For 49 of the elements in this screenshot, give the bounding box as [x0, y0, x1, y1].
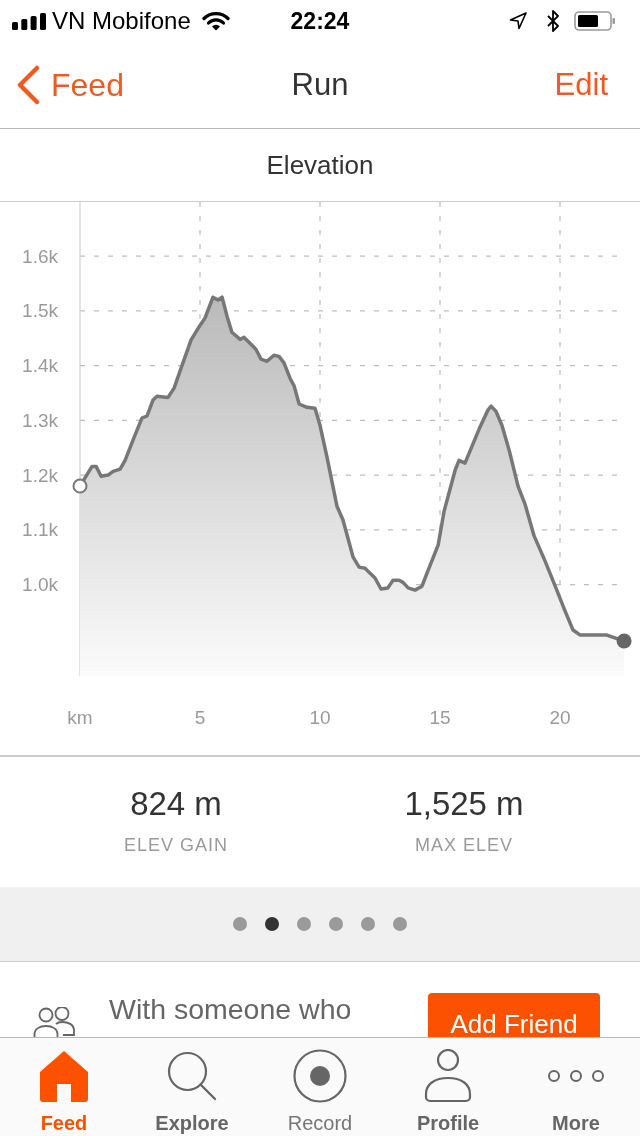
people-icon: [33, 1007, 77, 1037]
page-dot-icon[interactable]: [361, 917, 375, 931]
tab-button[interactable]: Profile: [384, 1038, 512, 1136]
edit-button[interactable]: Edit: [546, 61, 640, 109]
tab-button[interactable]: Record: [256, 1038, 384, 1136]
record-icon: [293, 1049, 347, 1103]
back-button[interactable]: Feed: [0, 61, 130, 109]
home-icon: [37, 1048, 91, 1104]
screen-title: Run: [291, 66, 349, 104]
x-axis-label: km: [67, 706, 93, 728]
page-dot-icon[interactable]: [297, 917, 311, 931]
more-icon: [547, 1069, 605, 1083]
stat-label: ELEV GAIN: [123, 834, 228, 857]
stat-value: 824 m: [130, 784, 222, 824]
search-icon: [167, 1051, 217, 1101]
x-axis-label: 10: [309, 706, 331, 728]
chevron-left-icon: [16, 65, 40, 105]
stat-value: 1,525 m: [404, 784, 524, 824]
page-dot-icon[interactable]: [233, 917, 247, 931]
x-axis-label: 15: [429, 706, 451, 728]
x-axis-label: 20: [549, 706, 571, 728]
stat-label: MAX ELEV: [414, 834, 513, 857]
add-friend-button[interactable]: Add Friend: [428, 993, 600, 1037]
page-dot-icon[interactable]: [329, 917, 343, 931]
y-axis-label: 1.1k: [22, 519, 58, 541]
x-axis-label: 5: [194, 706, 206, 728]
signal-icon: [12, 12, 46, 30]
y-axis-label: 1.3k: [22, 409, 58, 431]
person-icon: [423, 1049, 473, 1103]
start-marker-icon: [72, 478, 88, 494]
tab-button[interactable]: More: [512, 1038, 640, 1136]
status-time: 22:24: [290, 7, 350, 35]
y-axis-label: 1.5k: [22, 300, 58, 322]
location-arrow-icon: [509, 12, 527, 30]
carrier-name: VN Mobifone: [52, 7, 191, 35]
tab-button[interactable]: Feed: [0, 1038, 128, 1136]
y-axis-label: 1.6k: [22, 245, 58, 267]
end-marker-icon: [616, 633, 632, 649]
prompt-text: With someone who: [109, 993, 352, 1025]
y-axis-label: 1.0k: [22, 574, 58, 596]
page-dot-icon[interactable]: [393, 917, 407, 931]
tab-button[interactable]: Explore: [128, 1038, 256, 1136]
y-axis-label: 1.2k: [22, 464, 58, 486]
bluetooth-icon: [547, 10, 559, 32]
page-dot-icon[interactable]: [265, 917, 279, 931]
section-title: Elevation: [0, 129, 640, 202]
battery-icon: [574, 11, 616, 31]
wifi-icon: [201, 11, 230, 31]
y-axis-label: 1.4k: [22, 355, 58, 377]
